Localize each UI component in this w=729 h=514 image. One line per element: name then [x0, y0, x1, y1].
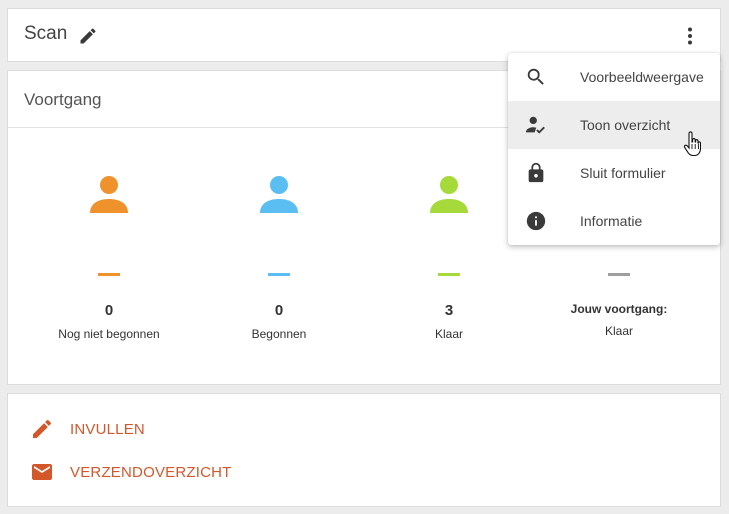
menu-item-information[interactable]: Informatie [508, 197, 720, 245]
search-icon [527, 68, 544, 85]
stat-label: Klaar [604, 324, 633, 338]
menu-item-label: Sluit formulier [580, 165, 666, 181]
your-progress-label: Jouw voortgang: [570, 302, 668, 316]
stat-label: Nog niet begonnen [58, 327, 160, 341]
person-icon [260, 176, 298, 213]
menu-item-label: Informatie [580, 213, 643, 229]
send-overview-label: VERZENDOVERZICHT [70, 463, 232, 481]
menu-item-preview[interactable]: Voorbeeldweergave [508, 53, 720, 101]
stat-value: 3 [444, 302, 454, 319]
page-title: Scan [24, 23, 68, 44]
stat-started: 0 Begonnen [194, 175, 364, 341]
stat-not-started: 0 Nog niet begonnen [24, 175, 194, 341]
more-vert-icon[interactable] [678, 24, 702, 48]
person-check-icon [525, 116, 545, 134]
stat-label: Begonnen [251, 327, 307, 341]
person-icon [90, 176, 128, 213]
envelope-icon [32, 464, 52, 480]
progress-title: Voortgang [24, 90, 102, 109]
fill-in-label: INVULLEN [70, 420, 145, 438]
progress-bar-indicator [608, 273, 630, 276]
pencil-icon [33, 419, 52, 438]
actions-card: INVULLEN VERZENDOVERZICHT [7, 393, 721, 507]
menu-item-label: Toon overzicht [580, 117, 671, 133]
lock-icon [528, 162, 544, 183]
hand-cursor-icon [683, 131, 701, 157]
fill-in-button[interactable]: INVULLEN [30, 417, 145, 441]
menu-item-label: Voorbeeldweergave [580, 69, 704, 85]
stat-label: Klaar [434, 327, 463, 341]
person-icon [430, 176, 468, 213]
stat-value: 0 [104, 302, 114, 319]
progress-bar-indicator [438, 273, 460, 276]
edit-pencil-icon[interactable] [78, 26, 98, 46]
progress-bar-indicator [268, 273, 290, 276]
stat-value: 0 [274, 302, 284, 319]
info-icon [526, 211, 546, 231]
progress-bar-indicator [98, 273, 120, 276]
send-overview-button[interactable]: VERZENDOVERZICHT [30, 460, 232, 484]
